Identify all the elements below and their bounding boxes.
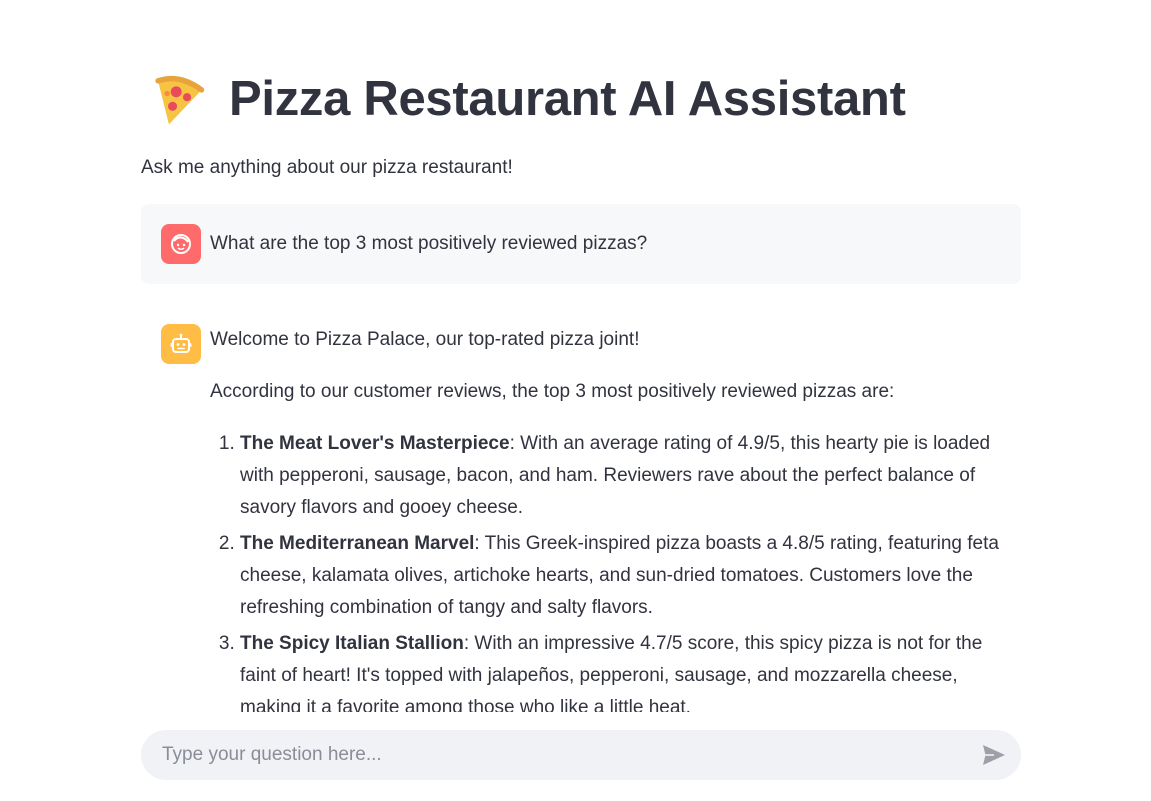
page-subtitle: Ask me anything about our pizza restaura… [141, 157, 513, 178]
chat-input[interactable] [162, 730, 952, 780]
chat-app: Pizza Restaurant AI Assistant Ask me any… [0, 0, 1151, 801]
user-message-text: What are the top 3 most positively revie… [210, 233, 648, 254]
assistant-message: Welcome to Pizza Palace, our top-rated p… [210, 324, 1020, 712]
user-avatar [161, 224, 201, 264]
assistant-intro: According to our customer reviews, the t… [210, 381, 895, 402]
pizza-list: The Meat Lover's Masterpiece: With an av… [210, 428, 1020, 712]
pizza-slice-icon [155, 76, 205, 125]
list-item: The Meat Lover's Masterpiece: With an av… [240, 428, 1020, 524]
send-button[interactable] [981, 743, 1007, 767]
page-title: Pizza Restaurant AI Assistant [229, 72, 906, 126]
robot-icon [170, 333, 192, 353]
pizza-name: The Spicy Italian Stallion [240, 633, 464, 654]
assistant-avatar [161, 324, 201, 364]
user-face-icon [171, 234, 191, 254]
chat-input-container [141, 730, 1021, 780]
pizza-name: The Meat Lover's Masterpiece [240, 433, 510, 454]
main-content: Pizza Restaurant AI Assistant Ask me any… [141, 0, 1021, 712]
send-arrow-icon [983, 745, 1005, 765]
assistant-greeting: Welcome to Pizza Palace, our top-rated p… [210, 329, 640, 350]
list-item: The Spicy Italian Stallion: With an impr… [240, 628, 1020, 712]
title-row: Pizza Restaurant AI Assistant [149, 64, 906, 134]
user-message: What are the top 3 most positively revie… [141, 204, 1021, 284]
pizza-name: The Mediterranean Marvel [240, 533, 475, 554]
list-item: The Mediterranean Marvel: This Greek-ins… [240, 528, 1020, 624]
